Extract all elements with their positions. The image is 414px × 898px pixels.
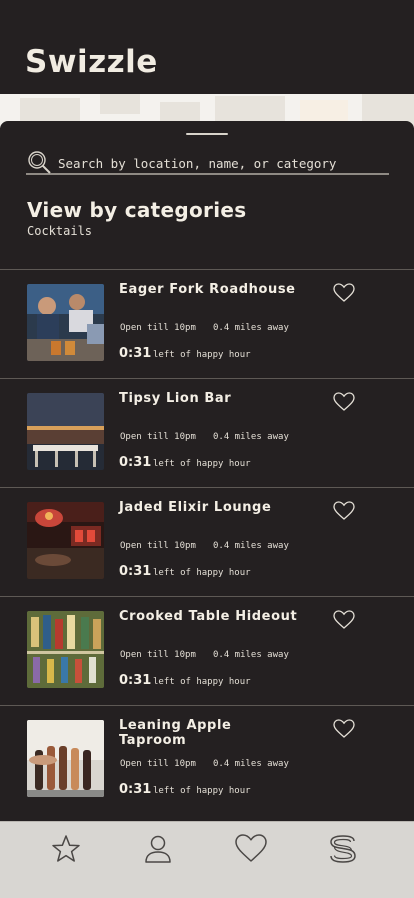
happy-hour-timer: 0:31 [119, 673, 152, 688]
happy-hour-note: left of happy hour [153, 786, 251, 796]
venue-name[interactable]: Leaning Apple Taproom [119, 718, 299, 748]
venue-photo [27, 284, 104, 361]
venue-card[interactable]: Leaning Apple Taproom Open till 10pm 0.4… [0, 705, 414, 814]
user-icon[interactable] [141, 832, 175, 866]
venue-name[interactable]: Jaded Elixir Lounge [119, 500, 299, 515]
app-header: Swizzle [0, 0, 414, 94]
venue-distance: 0.4 miles away [213, 650, 289, 660]
venue-card[interactable]: Jaded Elixir Lounge Open till 10pm 0.4 m… [0, 487, 414, 596]
venue-card[interactable]: Eager Fork Roadhouse Open till 10pm 0.4 … [0, 269, 414, 378]
favorite-heart-icon[interactable] [333, 283, 355, 303]
search-icon[interactable] [26, 149, 52, 175]
venue-name[interactable]: Tipsy Lion Bar [119, 391, 299, 406]
happy-hour-timer: 0:31 [119, 782, 152, 797]
search-bar [26, 149, 389, 175]
heart-icon[interactable] [234, 832, 268, 866]
venue-hours: Open till 10pm [120, 432, 196, 442]
venue-photo [27, 720, 104, 797]
venue-photo [27, 393, 104, 470]
sheet-drag-handle[interactable] [186, 133, 228, 135]
venue-distance: 0.4 miles away [213, 759, 289, 769]
venue-photo [27, 502, 104, 579]
venue-name[interactable]: Eager Fork Roadhouse [119, 282, 299, 297]
star-icon[interactable] [49, 832, 83, 866]
happy-hour-timer: 0:31 [119, 346, 152, 361]
section-title: View by categories [27, 198, 247, 222]
favorite-heart-icon[interactable] [333, 501, 355, 521]
venue-distance: 0.4 miles away [213, 323, 289, 333]
happy-hour-timer: 0:31 [119, 455, 152, 470]
venue-card[interactable]: Tipsy Lion Bar Open till 10pm 0.4 miles … [0, 378, 414, 487]
happy-hour-note: left of happy hour [153, 350, 251, 360]
happy-hour-note: left of happy hour [153, 568, 251, 578]
swizzle-logo-icon[interactable] [326, 832, 360, 866]
venue-distance: 0.4 miles away [213, 432, 289, 442]
venue-distance: 0.4 miles away [213, 541, 289, 551]
happy-hour-note: left of happy hour [153, 677, 251, 687]
venue-name[interactable]: Crooked Table Hideout [119, 609, 299, 624]
venue-photo [27, 611, 104, 688]
search-input[interactable] [58, 153, 388, 173]
venue-hours: Open till 10pm [120, 650, 196, 660]
happy-hour-note: left of happy hour [153, 459, 251, 469]
favorite-heart-icon[interactable] [333, 610, 355, 630]
favorite-heart-icon[interactable] [333, 392, 355, 412]
results-sheet: View by categories Cocktails Eager Fork [0, 121, 414, 821]
app-title: Swizzle [25, 44, 158, 80]
category-label[interactable]: Cocktails [27, 224, 92, 238]
venue-hours: Open till 10pm [120, 759, 196, 769]
venue-hours: Open till 10pm [120, 323, 196, 333]
venue-hours: Open till 10pm [120, 541, 196, 551]
favorite-heart-icon[interactable] [333, 719, 355, 739]
venue-list: Eager Fork Roadhouse Open till 10pm 0.4 … [0, 269, 414, 814]
bottom-tab-bar [0, 821, 414, 898]
happy-hour-timer: 0:31 [119, 564, 152, 579]
venue-card[interactable]: Crooked Table Hideout Open till 10pm 0.4… [0, 596, 414, 705]
